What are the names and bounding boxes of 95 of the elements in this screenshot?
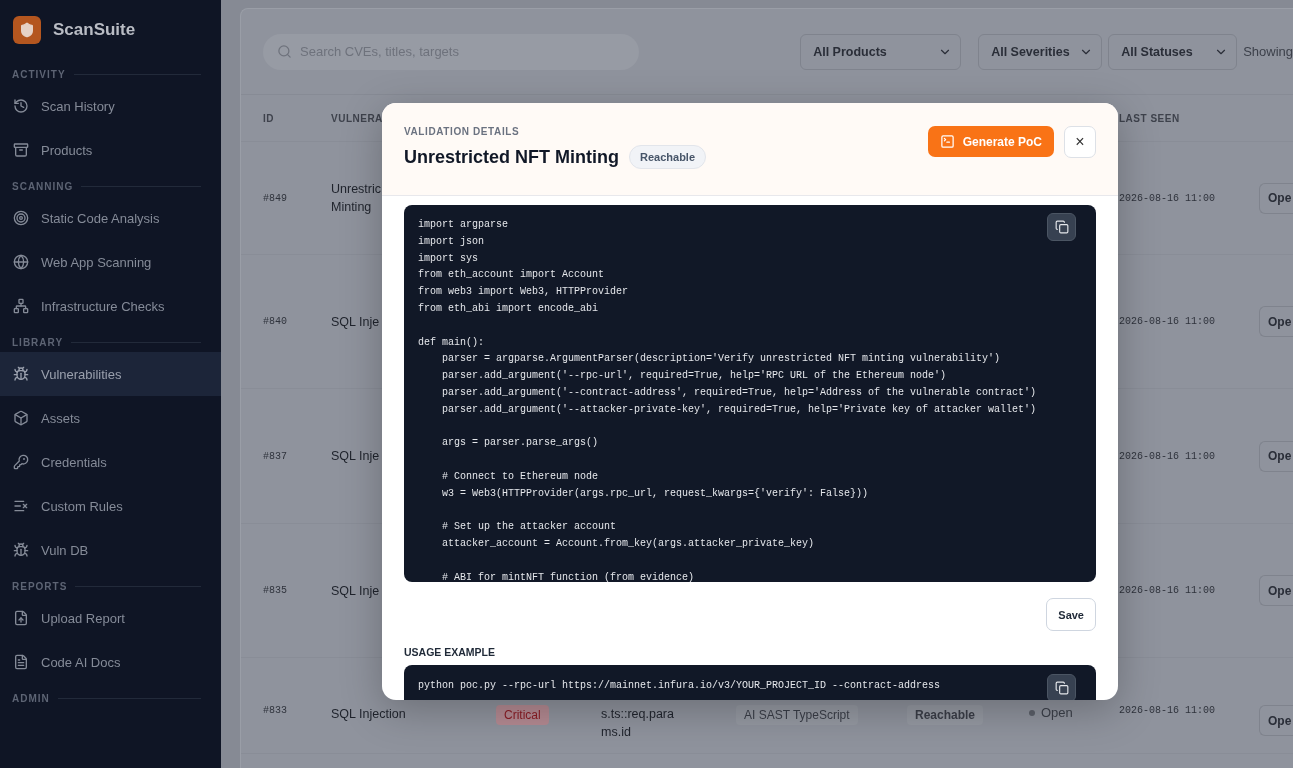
brand-name: ScanSuite: [53, 20, 136, 40]
last-seen-cell-text: 2026-08-16 11:00: [1119, 192, 1216, 204]
sidebar-item[interactable]: Custom Rules: [0, 484, 221, 528]
status-label: Open: [1029, 705, 1119, 720]
sidebar-item[interactable]: Credentials: [0, 440, 221, 484]
reachability-badge: Reachable: [907, 705, 984, 725]
id-cell-text: #849: [263, 192, 288, 204]
sidebar-item-icon: [13, 498, 29, 514]
shield-logo-icon: [13, 16, 41, 44]
last-seen-cell-text: 2026-08-16 11:00: [1119, 316, 1216, 327]
save-button[interactable]: Save: [1046, 598, 1096, 631]
sidebar-item-icon: [13, 142, 29, 158]
search-icon: [277, 44, 292, 59]
code-line: from eth_abi import encode_abi: [418, 302, 599, 316]
copy-icon: [1054, 681, 1069, 695]
filter-select[interactable]: All Severities: [978, 33, 1103, 70]
sidebar-item[interactable]: Infrastructure Checks: [0, 284, 221, 328]
sidebar-item[interactable]: Web App Scanning: [0, 240, 221, 284]
vulnerability-cell-text: SQL Inje: [331, 448, 381, 465]
severity-badge: Critical: [496, 705, 549, 725]
column-header: VULNERA: [331, 112, 384, 124]
sidebar-item[interactable]: Products: [0, 128, 221, 172]
code-line: parser.add_argument('--contract-address', required=True, help='Address of the vulnerable contract'): [441, 385, 1037, 400]
sidebar-item-icon: [13, 98, 29, 114]
code-line: import argparse: [418, 218, 508, 232]
code-line: import json: [418, 234, 484, 249]
code-line: parser = argparse.ArgumentParser(description='Verify unrestricted NFT minting vulnerability'): [441, 352, 1001, 367]
sidebar-item[interactable]: Vulnerabilities: [0, 352, 221, 396]
code-line: from eth_account import Account: [418, 268, 605, 283]
code-line: # Connect to Ethereum node: [441, 469, 599, 484]
sidebar-item-icon: [13, 254, 29, 270]
sidebar-item-icon: [13, 410, 29, 426]
id-cell-text: #840: [263, 316, 288, 327]
column-header: ID: [263, 112, 275, 124]
sidebar-item[interactable]: Upload Report: [0, 596, 221, 640]
code-line: parser.add_argument('--rpc-url', required=True, help='RPC URL of the Ethereum node'): [441, 369, 947, 384]
section-title: ADMIN: [12, 692, 50, 704]
vulnerability-cell-text: SQL Inje: [331, 313, 381, 331]
results-summary: Showing: [1243, 44, 1293, 59]
column-header: LAST SEEN: [1119, 112, 1181, 124]
vulnerability-cell-text: Unrestric Minting: [331, 181, 382, 216]
filter-select[interactable]: All Products: [800, 33, 962, 70]
sidebar-item-icon: [13, 542, 29, 558]
section-title: ACTIVITY: [12, 68, 66, 80]
vulnerability-cell-text: SQL Inje: [331, 582, 381, 600]
sidebar-item-icon: [13, 654, 29, 670]
code-line: w3 = Web3(HTTPProvider(args.rpc_url, request_kwargs={'verify': False})): [441, 486, 869, 501]
terminal-icon: [939, 134, 955, 149]
code-editor[interactable]: [404, 205, 1096, 582]
dialog-title: Unrestricted NFT Minting: [404, 146, 619, 168]
sidebar-item-icon: [13, 454, 29, 470]
last-seen-cell-text: 2026-08-16 11:00: [1119, 450, 1216, 462]
last-seen-cell-text: 2026-08-16 11:00: [1119, 705, 1216, 716]
code-line: import sys: [418, 251, 478, 266]
open-button[interactable]: Ope: [1259, 575, 1293, 606]
sidebar-item-icon: [13, 210, 29, 226]
id-cell-text: #837: [263, 450, 288, 462]
copy-button[interactable]: [1047, 674, 1076, 700]
reachability-badge: Reachable: [629, 145, 707, 169]
filter-select[interactable]: All Statuses: [1108, 33, 1238, 70]
generate-poc-button[interactable]: Generate PoC: [927, 126, 1054, 157]
copy-button[interactable]: [1047, 213, 1076, 241]
location-cell-text: s.ts::req.para ms.id: [601, 706, 675, 741]
section-title: SCANNING: [12, 180, 74, 192]
code-line: attacker_account = Account.from_key(args.attacker_private_key): [441, 537, 815, 552]
code-line: python poc.py --rpc-url https://mainnet.infura.io/v3/YOUR_PROJECT_ID --contract-address: [418, 679, 941, 693]
code-line: def main():: [418, 335, 484, 350]
dialog-eyebrow: VALIDATION DETAILS: [404, 126, 521, 137]
id-cell-text: #833: [263, 705, 288, 716]
code-line: from web3 import Web3, HTTPProvider: [418, 285, 629, 300]
open-button[interactable]: Ope: [1259, 182, 1293, 214]
code-line: # ABI for mintNFT function (from evidence): [441, 570, 695, 582]
section-title: REPORTS: [12, 580, 68, 592]
id-cell-text: #835: [263, 585, 288, 596]
vulnerability-cell-text: SQL Injection: [331, 706, 407, 723]
sidebar-item-icon: [13, 366, 29, 382]
last-seen-cell-text: 2026-08-16 11:00: [1119, 585, 1216, 596]
open-button[interactable]: Ope: [1259, 440, 1293, 472]
code-line: # Set up the attacker account: [441, 520, 617, 535]
sidebar-item-icon: [13, 298, 29, 314]
usage-title: USAGE EXAMPLE: [404, 646, 496, 658]
sidebar-item[interactable]: Assets: [0, 396, 221, 440]
close-button[interactable]: ×: [1064, 126, 1096, 158]
sidebar-item-icon: [13, 610, 29, 626]
sidebar-item[interactable]: Static Code Analysis: [0, 196, 221, 240]
sidebar-item[interactable]: Scan History: [0, 84, 221, 128]
sidebar-item[interactable]: Vuln DB: [0, 528, 221, 572]
sidebar-item[interactable]: Code AI Docs: [0, 640, 221, 684]
open-button[interactable]: Ope: [1259, 705, 1293, 736]
section-title: LIBRARY: [12, 336, 64, 348]
source-tag: AI SAST TypeScript: [736, 705, 858, 725]
copy-icon: [1054, 220, 1069, 234]
code-line: args = parser.parse_args(): [441, 436, 599, 451]
open-button[interactable]: Ope: [1259, 306, 1293, 337]
code-line: parser.add_argument('--attacker-private-key', required=True, help='Private key of attacker wallet'): [441, 402, 1037, 417]
